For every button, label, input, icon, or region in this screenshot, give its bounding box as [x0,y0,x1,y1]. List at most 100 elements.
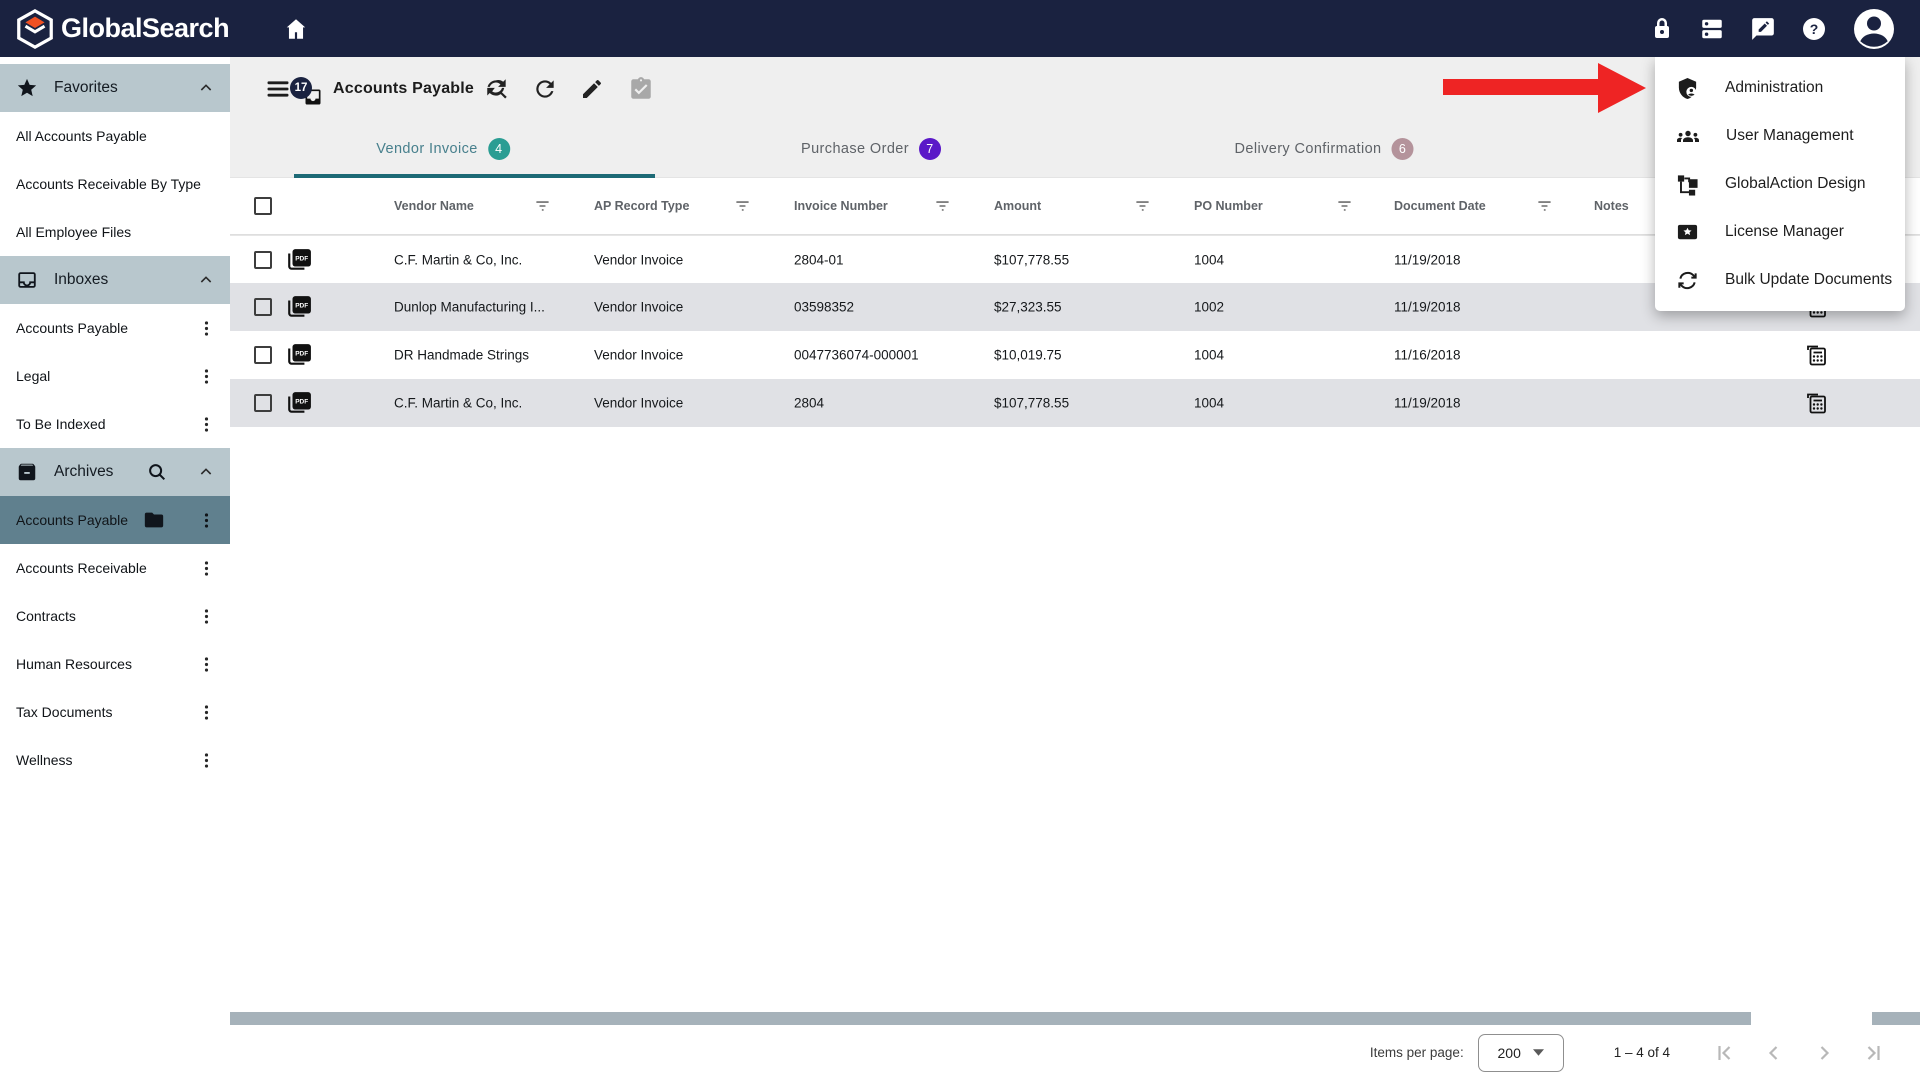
menu-item-user-management[interactable]: User Management [1655,112,1905,160]
filter-icon[interactable] [1535,197,1554,216]
lock-icon[interactable] [1650,17,1674,41]
kebab-menu-icon[interactable] [199,655,214,674]
groups-icon [1676,124,1700,148]
kebab-menu-icon[interactable] [199,367,214,386]
sidebar-inbox-legal[interactable]: Legal [0,352,230,400]
menu-item-bulk-update-documents[interactable]: Bulk Update Documents [1655,256,1905,304]
row-checkbox[interactable] [254,298,272,316]
chevron-up-icon[interactable] [198,80,214,96]
last-page-button[interactable] [1862,1041,1886,1065]
help-icon[interactable]: ? [1801,16,1827,42]
svg-text:PDF: PDF [295,399,308,406]
cell-po-number: 1004 [1194,396,1224,411]
tab-purchase-order[interactable]: Purchase Order 7 [801,120,941,178]
sidebar-section-archives[interactable]: Archives [0,448,230,496]
account-dropdown-menu: Administration User Management GlobalAct… [1655,57,1905,311]
kebab-menu-icon[interactable] [199,319,214,338]
menu-item-administration[interactable]: Administration [1655,64,1905,112]
item-label: Contracts [16,608,76,624]
row-checkbox[interactable] [254,251,272,269]
sidebar-item-all-employee-files[interactable]: All Employee Files [0,208,230,256]
refine-search-button[interactable] [484,76,510,102]
sidebar-item-accounts-receivable-by-type[interactable]: Accounts Receivable By Type [0,160,230,208]
refresh-button[interactable] [532,76,558,102]
filter-icon[interactable] [933,197,952,216]
star-icon [16,77,38,99]
menu-item-globalaction-design[interactable]: GlobalAction Design [1655,160,1905,208]
sidebar-inbox-accounts-payable[interactable]: Accounts Payable [0,304,230,352]
filter-icon[interactable] [533,197,552,216]
sidebar-archive-accounts-payable-selected[interactable]: Accounts Payable [0,496,230,544]
pdf-icon[interactable]: PDF [286,247,312,273]
item-label: Wellness [16,752,73,768]
cell-vendor-name: C.F. Martin & Co, Inc. [394,252,522,267]
tasks-button-disabled[interactable] [628,76,654,102]
home-button[interactable] [283,16,309,42]
cell-ap-record-type: Vendor Invoice [594,396,683,411]
column-header-document-date[interactable]: Document Date [1394,199,1486,213]
sidebar-section-favorites[interactable]: Favorites [0,64,230,112]
sidebar-archive-wellness[interactable]: Wellness [0,736,230,784]
inbox-icon [16,269,38,291]
pdf-icon[interactable]: PDF [286,342,312,368]
chevron-up-icon[interactable] [198,272,214,288]
filter-icon[interactable] [733,197,752,216]
sidebar-archive-human-resources[interactable]: Human Resources [0,640,230,688]
search-icon[interactable] [146,461,168,483]
row-checkbox[interactable] [254,346,272,364]
kebab-menu-icon[interactable] [199,559,214,578]
chevron-up-icon[interactable] [198,464,214,480]
dns-panels-icon[interactable] [1699,16,1725,42]
topbar-actions: ? [1650,7,1906,51]
column-header-vendor-name[interactable]: Vendor Name [394,199,474,213]
brand-logo: GlobalSearch [14,8,229,50]
kebab-menu-icon[interactable] [199,703,214,722]
pdf-icon[interactable]: PDF [286,294,312,320]
filter-icon[interactable] [1133,197,1152,216]
hamburger-menu-button[interactable] [264,75,292,103]
kebab-menu-icon[interactable] [199,751,214,770]
tab-delivery-confirmation[interactable]: Delivery Confirmation 6 [1235,120,1414,178]
filter-icon[interactable] [1335,197,1354,216]
section-label-inboxes: Inboxes [54,271,108,289]
sidebar-archive-contracts[interactable]: Contracts [0,592,230,640]
table-row[interactable]: PDF DR Handmade Strings Vendor Invoice 0… [230,331,1920,379]
horizontal-scrollbar-thumb[interactable] [230,1012,1751,1025]
row-checkbox[interactable] [254,394,272,412]
notes-icon[interactable] [1804,391,1828,415]
menu-item-license-manager[interactable]: License Manager [1655,208,1905,256]
page-size-select[interactable]: 200 [1478,1034,1564,1072]
sidebar-archive-tax-documents[interactable]: Tax Documents [0,688,230,736]
column-header-ap-record-type[interactable]: AP Record Type [594,199,689,213]
pagination-bar: Items per page: 200 1 – 4 of 4 [230,1025,1920,1080]
sidebar-archive-accounts-receivable[interactable]: Accounts Receivable [0,544,230,592]
column-header-amount[interactable]: Amount [994,199,1041,213]
feedback-icon[interactable] [1750,16,1776,42]
select-all-checkbox[interactable] [254,197,272,215]
account-avatar[interactable] [1852,7,1896,51]
edit-button[interactable] [580,77,604,101]
sidebar-inbox-to-be-indexed[interactable]: To Be Indexed [0,400,230,448]
sidebar-item-all-accounts-payable[interactable]: All Accounts Payable [0,112,230,160]
previous-page-button[interactable] [1762,1041,1786,1065]
next-page-button[interactable] [1812,1041,1836,1065]
column-header-po-number[interactable]: PO Number [1194,199,1263,213]
cell-invoice-number: 0047736074-000001 [794,348,919,363]
svg-text:PDF: PDF [295,303,308,310]
kebab-menu-icon[interactable] [199,415,214,434]
notes-icon[interactable] [1804,343,1828,367]
sidebar-section-inboxes[interactable]: Inboxes [0,256,230,304]
cell-amount: $27,323.55 [994,300,1062,315]
column-header-notes[interactable]: Notes [1594,199,1629,213]
first-page-button[interactable] [1712,1041,1736,1065]
globalsearch-app: GlobalSearch [0,0,1920,1080]
page-range-label: 1 – 4 of 4 [1614,1045,1670,1060]
column-header-invoice-number[interactable]: Invoice Number [794,199,888,213]
tab-label: Delivery Confirmation [1235,141,1382,157]
pdf-icon[interactable]: PDF [286,390,312,416]
kebab-menu-icon[interactable] [199,607,214,626]
kebab-menu-icon[interactable] [199,511,214,530]
item-label: Legal [16,368,50,384]
table-row[interactable]: PDF C.F. Martin & Co, Inc. Vendor Invoic… [230,379,1920,427]
tab-vendor-invoice[interactable]: Vendor Invoice 4 [376,120,510,178]
